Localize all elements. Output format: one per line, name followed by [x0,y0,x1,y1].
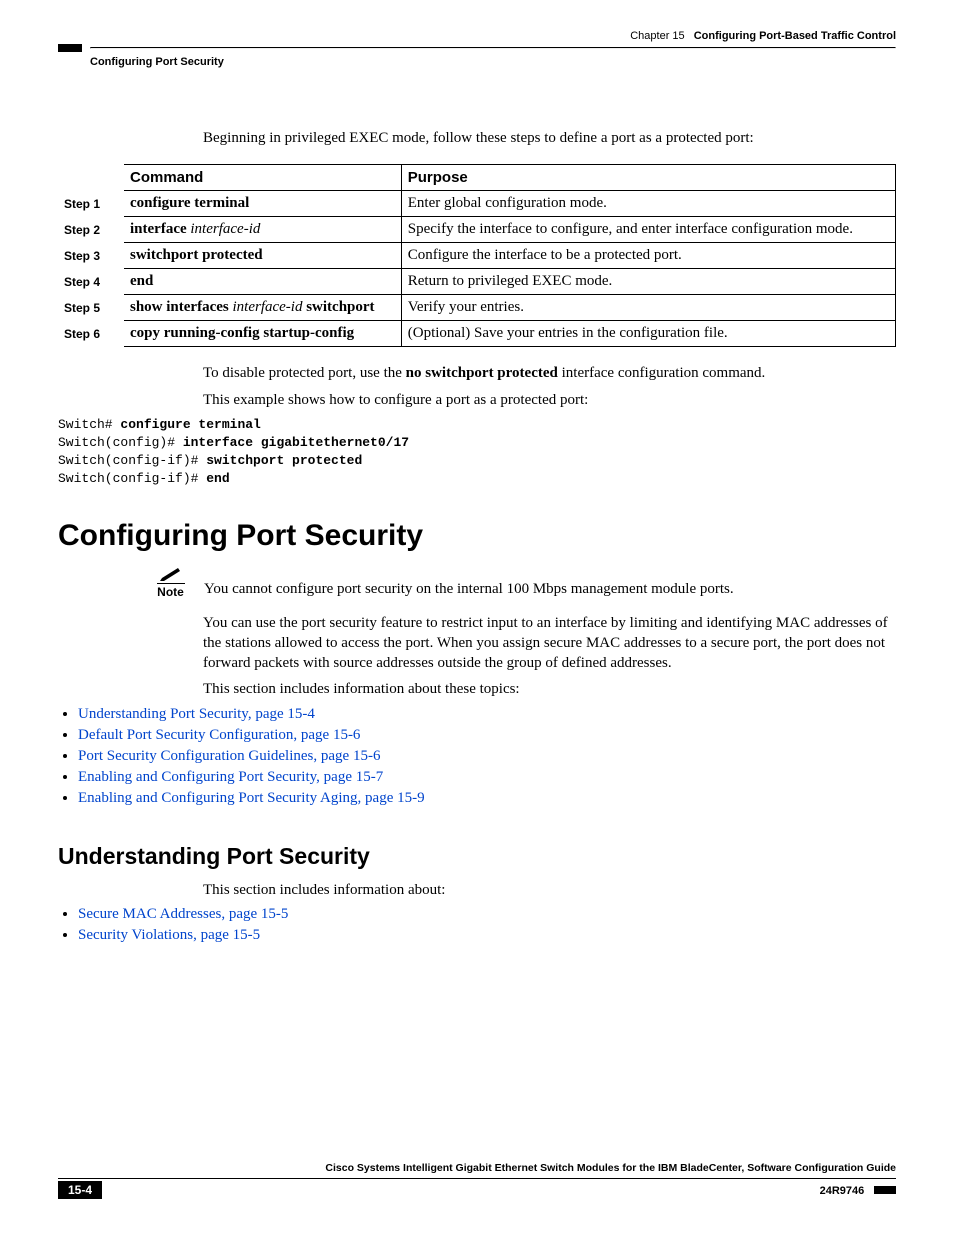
list-item: Understanding Port Security, page 15-4 [78,706,896,723]
purpose-cell: Return to privileged EXEC mode. [401,269,895,295]
cross-reference-link[interactable]: Enabling and Configuring Port Security A… [78,790,425,806]
page-footer: Cisco Systems Intelligent Gigabit Ethern… [58,1162,896,1199]
table-row: Step 2interface interface-idSpecify the … [58,217,896,243]
chapter-title: Configuring Port-Based Traffic Control [694,30,896,42]
disable-paragraph: To disable protected port, use the no sw… [203,363,896,383]
header-section: Configuring Port Security [90,56,896,68]
note-label: Note [143,585,198,599]
list-item: Security Violations, page 15-5 [78,927,896,944]
header-rule [58,44,896,52]
step-label: Step 3 [58,243,124,269]
running-header: Chapter 15 Configuring Port-Based Traffi… [58,30,896,42]
command-cell: end [124,269,401,295]
step-label: Step 1 [58,191,124,217]
step-label: Step 2 [58,217,124,243]
table-row: Step 4endReturn to privileged EXEC mode. [58,269,896,295]
table-row: Step 6copy running-config startup-config… [58,321,896,347]
table-row: Step 5show interfaces interface-id switc… [58,295,896,321]
purpose-cell: (Optional) Save your entries in the conf… [401,321,895,347]
note-icon-column: Note [143,567,198,599]
step-label: Step 4 [58,269,124,295]
note-text: You cannot configure port security on th… [198,567,896,598]
command-cell: switchport protected [124,243,401,269]
section-heading-2: Understanding Port Security [58,843,896,870]
list-item: Port Security Configuration Guidelines, … [78,748,896,765]
cross-reference-link[interactable]: Port Security Configuration Guidelines, … [78,748,380,764]
note-block: Note You cannot configure port security … [143,567,896,599]
command-cell: show interfaces interface-id switchport [124,295,401,321]
pencil-icon [158,567,184,583]
section1-links: Understanding Port Security, page 15-4 De… [58,706,896,807]
footer-bar-icon [874,1186,896,1194]
section2-p1: This section includes information about: [203,880,896,900]
cross-reference-link[interactable]: Enabling and Configuring Port Security, … [78,769,383,785]
step-label: Step 6 [58,321,124,347]
chapter-prefix: Chapter 15 [630,30,684,42]
list-item: Enabling and Configuring Port Security, … [78,769,896,786]
list-item: Default Port Security Configuration, pag… [78,727,896,744]
section1-p1: You can use the port security feature to… [203,613,896,674]
command-table: Command Purpose Step 1configure terminal… [58,164,896,347]
cross-reference-link[interactable]: Secure MAC Addresses, page 15-5 [78,906,288,922]
section1-p2: This section includes information about … [203,679,896,699]
purpose-cell: Verify your entries. [401,295,895,321]
header-bar-icon [58,44,82,52]
cross-reference-link[interactable]: Security Violations, page 15-5 [78,927,260,943]
code-example: Switch# configure terminal Switch(config… [58,416,896,489]
purpose-cell: Configure the interface to be a protecte… [401,243,895,269]
purpose-cell: Specify the interface to configure, and … [401,217,895,243]
step-label: Step 5 [58,295,124,321]
footer-title: Cisco Systems Intelligent Gigabit Ethern… [58,1162,896,1174]
table-header-purpose: Purpose [401,165,895,191]
table-row: Step 1configure terminalEnter global con… [58,191,896,217]
intro-paragraph: Beginning in privileged EXEC mode, follo… [203,128,896,148]
cross-reference-link[interactable]: Understanding Port Security, page 15-4 [78,706,315,722]
command-cell: copy running-config startup-config [124,321,401,347]
page-number-badge: 15-4 [58,1181,102,1199]
table-header-command: Command [124,165,401,191]
list-item: Enabling and Configuring Port Security A… [78,790,896,807]
table-row: Step 3switchport protectedConfigure the … [58,243,896,269]
doc-id: 24R9746 [820,1185,865,1197]
list-item: Secure MAC Addresses, page 15-5 [78,906,896,923]
command-cell: interface interface-id [124,217,401,243]
section-heading-1: Configuring Port Security [58,519,896,553]
example-intro: This example shows how to configure a po… [203,390,896,410]
command-cell: configure terminal [124,191,401,217]
section2-links: Secure MAC Addresses, page 15-5 Security … [58,906,896,944]
cross-reference-link[interactable]: Default Port Security Configuration, pag… [78,727,360,743]
purpose-cell: Enter global configuration mode. [401,191,895,217]
